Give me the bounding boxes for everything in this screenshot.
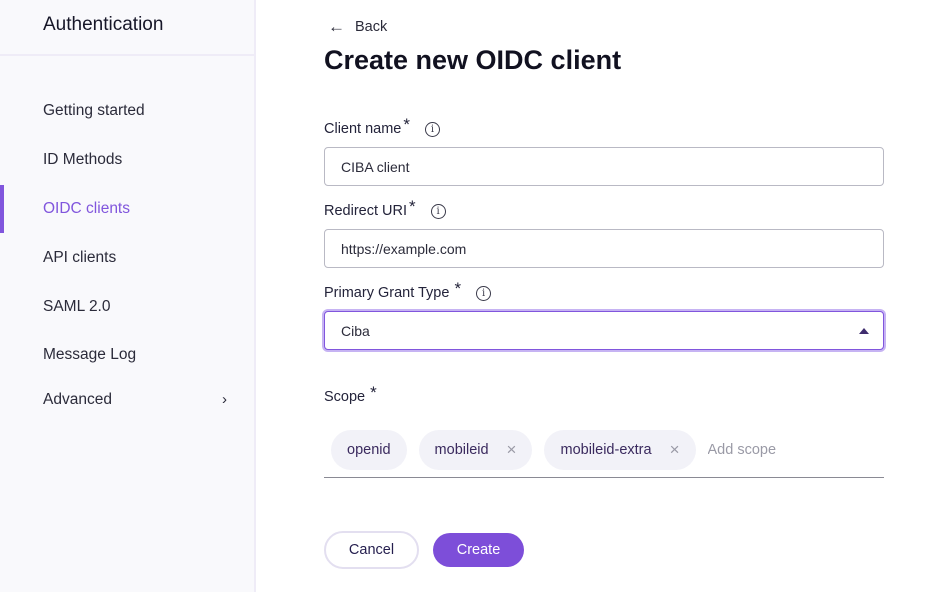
- sidebar-header: Authentication: [0, 0, 254, 56]
- scope-chip: mobileid ×: [418, 429, 533, 470]
- arrow-left-icon: ←: [328, 17, 345, 36]
- sidebar-nav: Getting started ID Methods OIDC clients …: [0, 87, 254, 420]
- client-name-input[interactable]: CIBA client: [324, 147, 884, 186]
- sidebar-item-label: Getting started: [43, 102, 145, 120]
- scope-chip-label: mobileid-extra: [560, 441, 652, 458]
- redirect-uri-label-text: Redirect URI: [324, 203, 407, 219]
- cancel-button[interactable]: Cancel: [324, 531, 419, 569]
- client-name-value: CIBA client: [341, 158, 410, 175]
- grant-type-label-text: Primary Grant Type: [324, 285, 450, 301]
- caret-up-icon: [859, 328, 869, 334]
- sidebar-item-saml[interactable]: SAML 2.0: [0, 282, 254, 331]
- redirect-uri-value: https://example.com: [341, 240, 467, 257]
- chevron-right-icon: ›: [222, 391, 227, 409]
- scope-chip-label: openid: [347, 441, 391, 458]
- back-link[interactable]: ← Back: [328, 18, 387, 35]
- sidebar-item-label: OIDC clients: [43, 199, 130, 217]
- sidebar: Authentication Getting started ID Method…: [0, 0, 256, 592]
- sidebar-item-message-log[interactable]: Message Log: [0, 331, 254, 380]
- required-marker: *: [409, 197, 416, 216]
- sidebar-item-label: ID Methods: [43, 151, 123, 169]
- sidebar-item-label: Message Log: [43, 346, 137, 364]
- grant-type-value: Ciba: [341, 322, 370, 339]
- info-icon[interactable]: i: [476, 285, 492, 301]
- client-name-label: Client name * i: [324, 115, 440, 139]
- redirect-uri-label: Redirect URI * i: [324, 197, 446, 221]
- info-icon[interactable]: i: [430, 203, 446, 219]
- redirect-uri-input[interactable]: https://example.com: [324, 229, 884, 268]
- sidebar-item-getting-started[interactable]: Getting started: [0, 87, 254, 136]
- required-marker: *: [403, 115, 410, 134]
- remove-chip-icon[interactable]: ×: [670, 441, 680, 458]
- grant-type-label: Primary Grant Type * i: [324, 279, 492, 303]
- scope-chip-label: mobileid: [434, 441, 489, 458]
- back-label: Back: [355, 18, 388, 35]
- scope-input[interactable]: openid mobileid × mobileid-extra ×: [324, 422, 884, 478]
- sidebar-title: Authentication: [43, 14, 164, 35]
- sidebar-item-label: API clients: [43, 248, 117, 266]
- sidebar-item-api-clients[interactable]: API clients: [0, 233, 254, 282]
- info-icon[interactable]: i: [425, 121, 440, 137]
- required-marker: *: [454, 279, 462, 298]
- create-button[interactable]: Create: [433, 533, 524, 567]
- scope-label: Scope *: [324, 383, 377, 407]
- scope-label-text: Scope: [324, 389, 366, 405]
- sidebar-item-oidc-clients[interactable]: OIDC clients: [0, 184, 254, 234]
- scope-chip: mobileid-extra ×: [544, 429, 696, 470]
- sidebar-item-advanced[interactable]: Advanced ›: [0, 380, 254, 420]
- page-title: Create new OIDC client: [324, 45, 622, 75]
- grant-type-select[interactable]: Ciba: [324, 311, 884, 350]
- sidebar-item-label: Advanced: [43, 390, 112, 408]
- sidebar-item-id-methods[interactable]: ID Methods: [0, 136, 254, 185]
- sidebar-item-label: SAML 2.0: [43, 297, 111, 315]
- scope-chip: openid: [331, 429, 407, 470]
- add-scope-input[interactable]: [707, 441, 828, 458]
- remove-chip-icon[interactable]: ×: [507, 441, 517, 458]
- client-name-label-text: Client name: [324, 121, 402, 137]
- required-marker: *: [370, 383, 377, 402]
